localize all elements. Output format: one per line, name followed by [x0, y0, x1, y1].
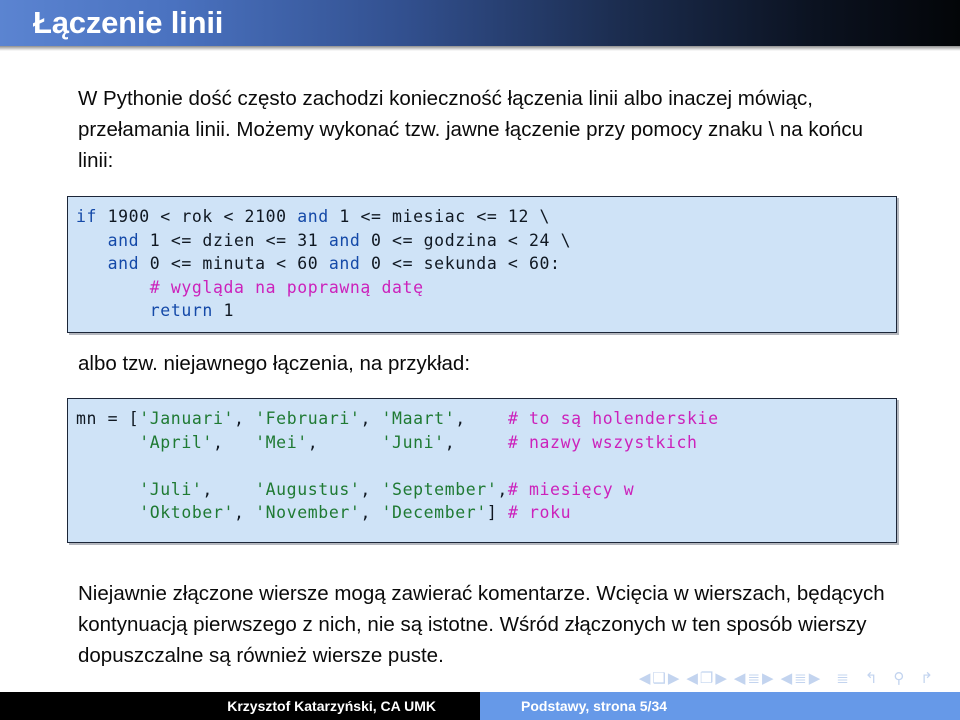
nav-prev-arrow-icon[interactable]: ◀: [781, 670, 795, 687]
presentation-nav-icon[interactable]: ≣: [836, 670, 851, 687]
code-token-str: 'Mei': [255, 432, 308, 452]
search-nav[interactable]: ⚲: [893, 670, 906, 687]
code-line: return 1: [76, 299, 896, 323]
code-token-str: 'Augustus': [255, 479, 361, 499]
code-token-kw: and: [107, 230, 140, 250]
code-token-str: 'September': [381, 479, 498, 499]
nav-next-arrow-icon[interactable]: ▶: [762, 670, 776, 687]
code-line: 'Juli', 'Augustus', 'September',# miesię…: [76, 478, 896, 502]
code-token-cmt: # nazwy wszystkich: [507, 432, 698, 452]
code-line: if 1900 < rok < 2100 and 1 <= miesiac <=…: [76, 205, 896, 229]
outro-paragraph: Niejawnie złączone wiersze mogą zawierać…: [78, 582, 885, 667]
section-nav-icon[interactable]: ≣: [794, 670, 809, 687]
code-token-plain: ,: [360, 503, 382, 522]
code-block-explicit-join: if 1900 < rok < 2100 and 1 <= miesiac <=…: [67, 196, 897, 333]
code-line: # wygląda na poprawną datę: [76, 276, 896, 300]
code-token-cmt: # roku: [507, 503, 572, 522]
code-token-plain: ]: [486, 503, 508, 522]
intro-paragraph: W Pythonie dość często zachodzi konieczn…: [78, 87, 864, 172]
code-token-str: 'Februari': [255, 409, 361, 428]
code-token-plain: 1 <= dzien <= 31: [139, 230, 329, 250]
code-token-plain: ,: [234, 409, 256, 428]
code-token-plain: 0 <= godzina < 24 \: [360, 230, 572, 250]
code-token-plain: 1 <= miesiac <= 12 \: [328, 207, 551, 226]
beamer-navigation-symbols[interactable]: ◀❑▶ ◀❐▶ ◀≣▶ ◀≣▶ ≣ ↰ ⚲ ↱: [0, 668, 935, 690]
code-token-str: 'Juni': [381, 432, 445, 452]
code-token-plain: ,: [360, 479, 382, 499]
page-title: Łączenie linii: [33, 5, 224, 40]
forward-nav-icon[interactable]: ↱: [920, 670, 935, 687]
nav-next-arrow-icon[interactable]: ▶: [809, 670, 823, 687]
slide-header-bar: Łączenie linii: [0, 0, 960, 46]
code-token-str: 'December': [381, 503, 487, 522]
code-token-str: 'Juli': [139, 479, 203, 499]
code-line: 'Oktober', 'November', 'December'] # rok…: [76, 501, 896, 525]
code-token-cmt: # miesięcy w: [507, 479, 635, 499]
section-nav[interactable]: ◀≣▶: [781, 670, 823, 687]
footer-bar: Krzysztof Katarzyński, CA UMK Podstawy, …: [0, 692, 960, 720]
code-token-str: 'November': [255, 503, 361, 522]
nav-next-arrow-icon[interactable]: ▶: [715, 670, 729, 687]
presentation-nav[interactable]: ≣: [836, 670, 851, 687]
code-token-str: 'April': [139, 432, 213, 452]
back-nav[interactable]: ↰: [865, 670, 880, 687]
nav-prev-arrow-icon[interactable]: ◀: [734, 670, 748, 687]
nav-prev-arrow-icon[interactable]: ◀: [639, 670, 653, 687]
slide-nav[interactable]: ◀❑▶: [639, 670, 682, 687]
footer-page-label: Podstawy, strona 5/34: [521, 698, 668, 714]
footer-author-zone: Krzysztof Katarzyński, CA UMK: [0, 692, 480, 720]
code-line: and 1 <= dzien <= 31 and 0 <= godzina < …: [76, 229, 896, 253]
frame-nav[interactable]: ◀❐▶: [686, 670, 729, 687]
code-token-str: 'Oktober': [139, 503, 235, 522]
code-token-str: 'Maart': [381, 409, 456, 428]
code-token-plain: ,: [307, 432, 382, 452]
code-line: 'April', 'Mei', 'Juni', # nazwy wszystki…: [76, 431, 896, 455]
code-token-plain: 0 <= minuta < 60: [139, 254, 329, 273]
code-token-cmt: # to są holenderskie: [507, 409, 719, 428]
code-token-plain: ,: [455, 409, 508, 428]
code-token-kw: if: [76, 207, 98, 226]
forward-nav[interactable]: ↱: [920, 670, 935, 687]
code-line: and 0 <= minuta < 60 and 0 <= sekunda < …: [76, 252, 896, 276]
code-token-plain: ,: [202, 479, 256, 499]
footer-page-zone: Podstawy, strona 5/34: [480, 692, 960, 720]
code-token-plain: 1900 < rok < 2100: [97, 207, 298, 226]
code-token-kw: and: [328, 254, 361, 273]
slide-nav-icon[interactable]: ❑: [652, 670, 667, 687]
code-token-kw: and: [107, 254, 140, 273]
search-nav-icon[interactable]: ⚲: [893, 670, 906, 687]
code-token-plain: ,: [360, 409, 382, 428]
footer-author-label: Krzysztof Katarzyński, CA UMK: [227, 698, 436, 714]
code-token-str: 'Januari': [139, 409, 235, 428]
subsection-nav-icon[interactable]: ≣: [747, 670, 762, 687]
code-token-plain: ,: [212, 432, 256, 452]
code-token-cmt: # wygląda na poprawną datę: [149, 277, 424, 297]
header-shadow-divider: [0, 46, 960, 51]
code-block-implicit-join: mn = ['Januari', 'Februari', 'Maart', # …: [67, 398, 897, 543]
mid-paragraph: albo tzw. niejawnego łączenia, na przykł…: [78, 352, 471, 375]
nav-prev-arrow-icon[interactable]: ◀: [686, 670, 700, 687]
code-token-plain: mn = [: [76, 409, 140, 428]
code-token-plain: ,: [444, 432, 508, 452]
code-token-plain: ,: [497, 479, 508, 499]
frame-nav-icon[interactable]: ❐: [700, 670, 715, 687]
subsection-nav[interactable]: ◀≣▶: [734, 670, 776, 687]
code-token-plain: 0 <= sekunda < 60:: [360, 254, 561, 273]
nav-next-arrow-icon[interactable]: ▶: [668, 670, 682, 687]
code-token-plain: ,: [234, 503, 256, 522]
code-token-kw: return: [149, 301, 213, 320]
back-nav-icon[interactable]: ↰: [865, 670, 880, 687]
code-token-kw: and: [297, 207, 329, 226]
code-token-kw: and: [328, 230, 361, 250]
code-token-plain: 1: [212, 301, 235, 320]
code-line: mn = ['Januari', 'Februari', 'Maart', # …: [76, 407, 896, 431]
